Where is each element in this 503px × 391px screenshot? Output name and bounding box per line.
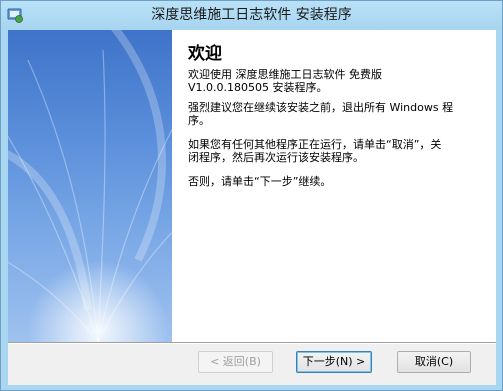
welcome-paragraph-next-hint: 否则，请单击“下一步”继续。 (188, 175, 332, 188)
back-button[interactable]: < 返回(B) (198, 351, 273, 373)
welcome-heading: 欢迎 (188, 44, 222, 64)
welcome-paragraph-cancel-hint: 如果您有任何其他程序正在运行，请单击“取消”，关 闭程序，然后再次运行该安装程序… (188, 138, 442, 164)
cancel-button[interactable]: 取消(C) (397, 351, 471, 373)
welcome-side-banner (8, 30, 172, 342)
welcome-paragraph-intro: 欢迎使用 深度思维施工日志软件 免费版 V1.0.0.180505 安装程序。 (188, 68, 382, 94)
installer-icon (6, 6, 24, 24)
wizard-client-area: 欢迎 欢迎使用 深度思维施工日志软件 免费版 V1.0.0.180505 安装程… (8, 30, 496, 385)
next-button[interactable]: 下一步(N) > (296, 351, 372, 373)
welcome-content: 欢迎 欢迎使用 深度思维施工日志软件 免费版 V1.0.0.180505 安装程… (172, 30, 496, 342)
button-area-divider (8, 342, 496, 344)
welcome-paragraph-close-programs: 强烈建议您在继续该安装之前，退出所有 Windows 程 序。 (188, 101, 454, 127)
installer-window: 深度思维施工日志软件 安装程序 欢迎 欢迎使用 深度思维施工日志软件 免费版 V… (0, 0, 503, 391)
title-bar[interactable]: 深度思维施工日志软件 安装程序 (1, 1, 502, 29)
window-title: 深度思维施工日志软件 安装程序 (151, 7, 352, 23)
